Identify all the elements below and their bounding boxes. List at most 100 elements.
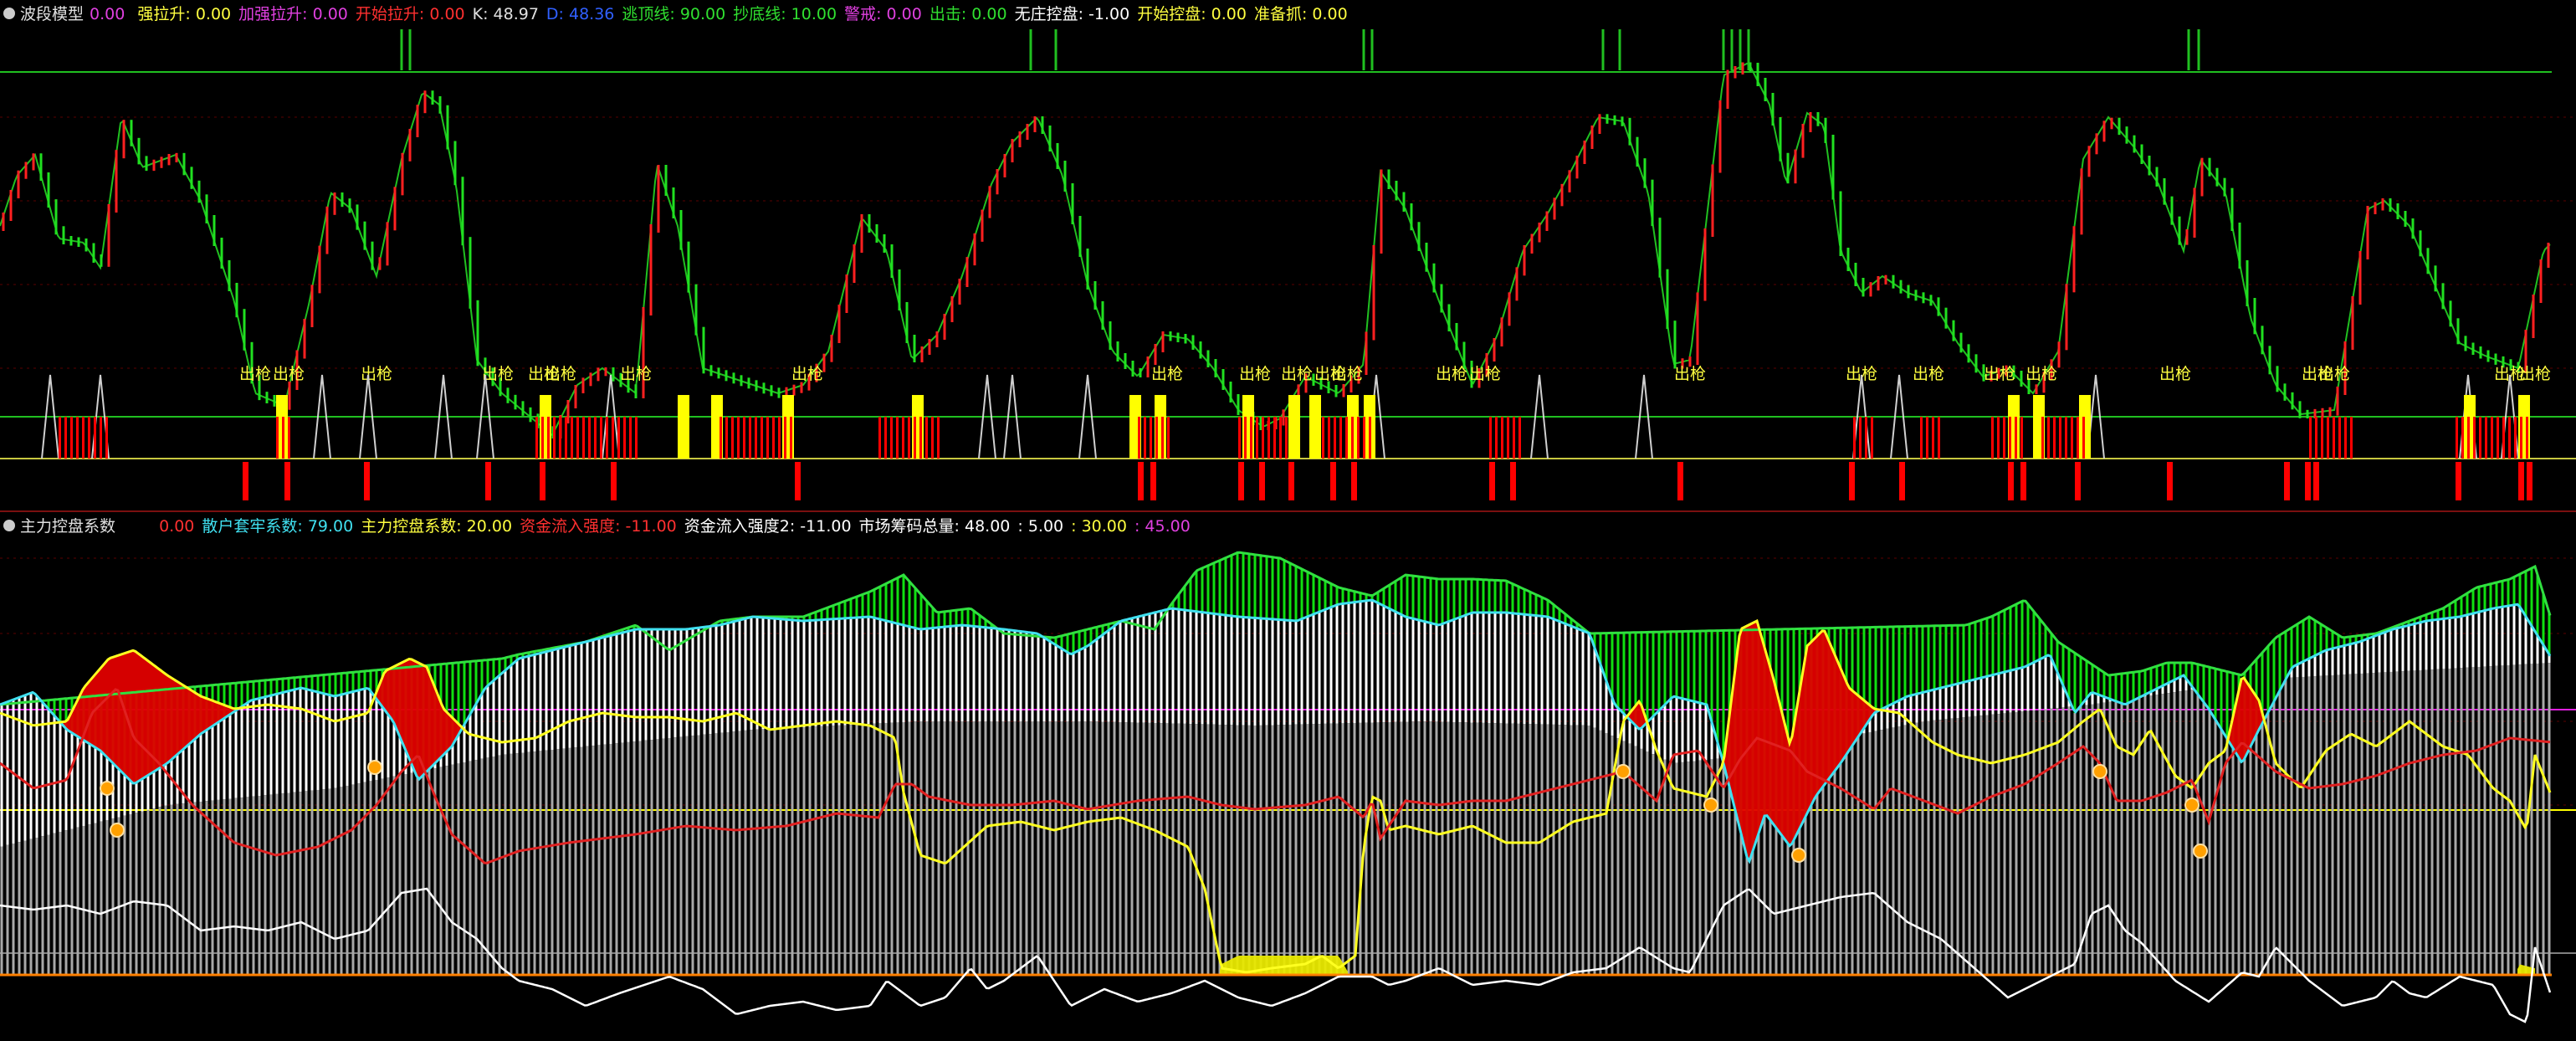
wave-down-bar bbox=[521, 401, 525, 416]
panel2-indicator-2: 主力控盘系数: 20.00 bbox=[361, 517, 513, 536]
wave-down-bar bbox=[2486, 350, 2490, 362]
main-control-chart[interactable] bbox=[0, 512, 2576, 1041]
wave-model-panel[interactable]: 波段模型 0.00 强拉升: 0.00 加强拉升: 0.00 开始拉升: 0.00 K:… bbox=[0, 0, 2576, 510]
wave-down-bar bbox=[1606, 114, 1609, 124]
wave-down-bar bbox=[1854, 263, 1857, 286]
indicator-settings-icon[interactable] bbox=[3, 7, 15, 19]
lower-red-tick bbox=[2284, 462, 2290, 500]
wave-up-bar bbox=[24, 162, 28, 179]
wave-up-bar bbox=[2035, 384, 2038, 394]
panel1-indicator-5: 逃顶线: 90.00 bbox=[622, 5, 726, 23]
yellow-signal-block bbox=[678, 395, 689, 459]
red-signal-bar bbox=[878, 417, 881, 459]
red-signal-bar bbox=[582, 417, 585, 459]
red-signal-bar bbox=[2502, 417, 2505, 459]
red-signal-bar bbox=[908, 417, 910, 459]
wave-up-bar bbox=[1146, 356, 1150, 377]
wave-up-bar bbox=[920, 346, 924, 362]
red-signal-bar bbox=[2315, 417, 2317, 459]
wave-up-bar bbox=[1018, 131, 1022, 147]
wave-model-header: 波段模型 0.00 强拉升: 0.00 加强拉升: 0.00 开始拉升: 0.00 K:… bbox=[0, 0, 1355, 28]
wave-up-bar bbox=[32, 153, 35, 171]
wave-down-bar bbox=[2118, 117, 2121, 136]
red-signal-bar bbox=[1256, 417, 1258, 459]
wave-up-bar bbox=[175, 152, 178, 162]
wave-down-bar bbox=[1440, 284, 1443, 313]
panel2-indicator-3: 资金流入强度: -11.00 bbox=[520, 517, 677, 536]
red-signal-bar bbox=[2327, 417, 2329, 459]
wave-up-bar bbox=[1500, 317, 1503, 346]
wave-up-bar bbox=[2095, 133, 2098, 155]
red-signal-bar bbox=[635, 417, 638, 459]
red-signal-bar bbox=[576, 417, 579, 459]
red-signal-bar bbox=[617, 417, 620, 459]
wave-down-bar bbox=[446, 105, 449, 150]
wave-up-bar bbox=[2072, 226, 2076, 293]
red-signal-bar bbox=[1155, 417, 1158, 459]
shot-signal-label: 出枪 bbox=[361, 365, 392, 383]
wave-up-bar bbox=[152, 159, 156, 172]
wave-up-bar bbox=[2193, 187, 2196, 238]
red-signal-bar bbox=[1322, 417, 1324, 459]
wave-up-bar bbox=[416, 105, 419, 137]
red-signal-bar bbox=[2071, 417, 2073, 459]
signal-dot-marker bbox=[1616, 764, 1631, 779]
wave-down-bar bbox=[62, 226, 65, 244]
panel1-indicator-4: D: 48.36 bbox=[545, 5, 615, 23]
wave-up-bar bbox=[1026, 124, 1029, 140]
wave-down-bar bbox=[453, 141, 457, 186]
wave-up-bar bbox=[1568, 170, 1571, 192]
wave-down-bar bbox=[2441, 283, 2445, 310]
wave-model-chart[interactable]: 出枪 出枪 出枪 出枪 出枪出枪 出枪 出枪 出枪 出枪 出枪 出枪出枪 出枪 出枪 出枪 出枪 出枪 出枪 出枪… bbox=[0, 0, 2576, 510]
red-signal-bar bbox=[1920, 417, 1923, 459]
signal-dot-marker bbox=[2092, 764, 2107, 779]
wave-down-bar bbox=[1846, 248, 1850, 271]
wave-up-bar bbox=[2110, 117, 2113, 130]
lower-red-tick bbox=[2518, 462, 2524, 500]
wave-down-bar bbox=[1109, 321, 1112, 350]
wave-down-bar bbox=[2133, 135, 2136, 153]
wave-up-bar bbox=[1530, 233, 1534, 254]
red-signal-bar bbox=[565, 417, 567, 459]
wave-up-bar bbox=[589, 372, 592, 387]
panel1-indicator-9: 无庄控盘: -1.00 bbox=[1014, 5, 1130, 23]
red-signal-bar bbox=[937, 417, 940, 459]
wave-down-bar bbox=[2125, 126, 2128, 144]
wave-down-bar bbox=[1124, 353, 1127, 369]
lower-red-tick bbox=[364, 462, 370, 500]
red-signal-bar bbox=[720, 417, 722, 459]
wave-down-bar bbox=[2170, 196, 2174, 225]
red-signal-bar bbox=[553, 417, 556, 459]
red-signal-bar bbox=[2053, 417, 2056, 459]
lower-red-tick bbox=[1259, 462, 1265, 500]
wave-down-bar bbox=[1395, 181, 1398, 201]
red-signal-bar bbox=[2338, 417, 2341, 459]
wave-down-bar bbox=[2456, 318, 2460, 345]
lower-red-tick bbox=[795, 462, 801, 500]
red-signal-bar bbox=[2077, 417, 2079, 459]
wave-up-bar bbox=[2065, 284, 2068, 351]
wave-down-bar bbox=[1139, 368, 1142, 377]
wave-up-bar bbox=[2374, 202, 2377, 214]
wave-down-bar bbox=[1816, 112, 1820, 126]
lower-red-tick bbox=[540, 462, 545, 500]
red-signal-bar bbox=[2020, 417, 2023, 459]
wave-up-bar bbox=[830, 335, 833, 362]
indicator-settings-icon[interactable] bbox=[3, 519, 15, 531]
wave-down-bar bbox=[243, 309, 246, 351]
main-control-panel[interactable]: 主力控盘系数 0.00 散户套牢系数: 79.00 主力控盘系数: 20.00 资金流… bbox=[0, 512, 2576, 1041]
lower-red-tick bbox=[2527, 462, 2532, 500]
red-signal-bar bbox=[1351, 417, 1354, 459]
wave-down-bar bbox=[875, 224, 878, 243]
red-signal-bar bbox=[2491, 417, 2493, 459]
shot-signal-label: 出枪 bbox=[239, 365, 271, 383]
wave-down-bar bbox=[2291, 392, 2294, 410]
shot-signal-label: 出枪 bbox=[1151, 365, 1183, 383]
wave-down-bar bbox=[1425, 243, 1428, 272]
red-signal-bar bbox=[890, 417, 893, 459]
wave-up-bar bbox=[943, 314, 946, 340]
red-signal-bar bbox=[2309, 417, 2312, 459]
wave-up-bar bbox=[597, 367, 600, 382]
signal-dot-marker bbox=[100, 781, 115, 796]
wave-down-bar bbox=[356, 204, 359, 230]
